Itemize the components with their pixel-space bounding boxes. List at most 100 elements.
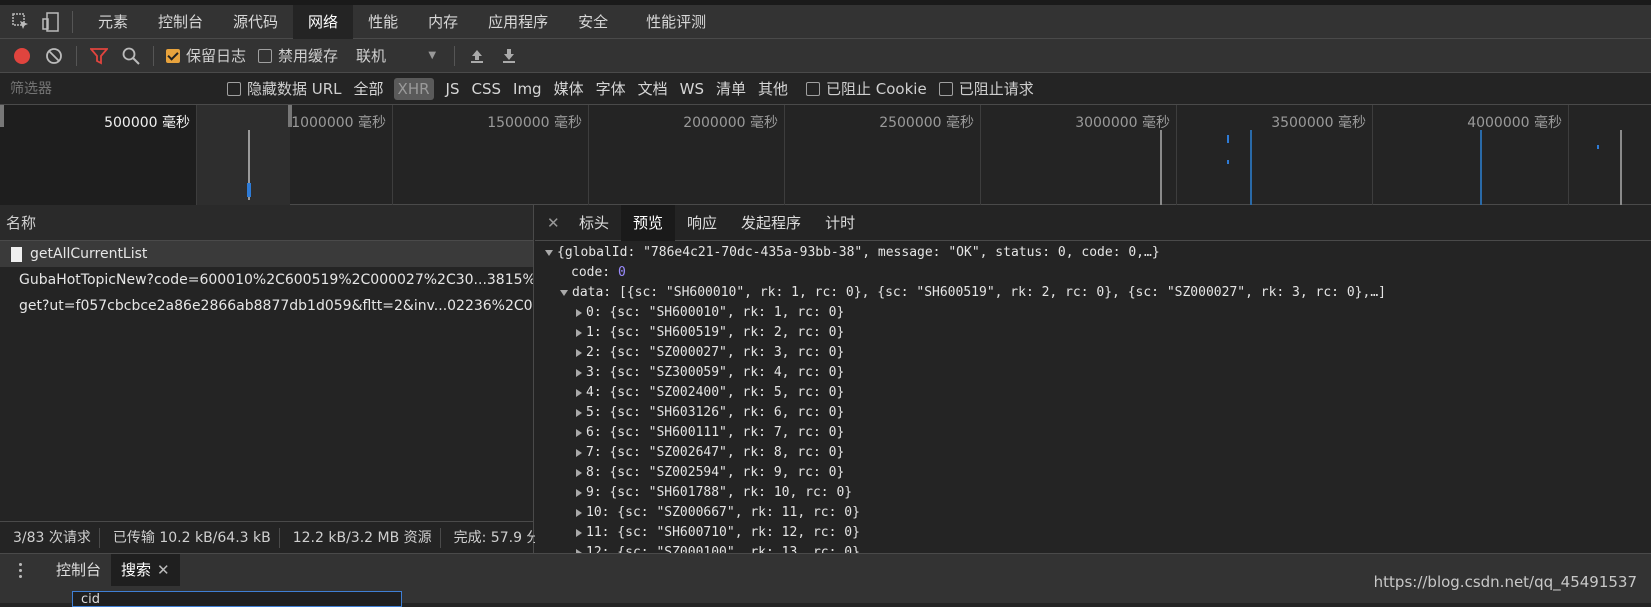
file-icon xyxy=(11,246,22,262)
expand-triangle-icon[interactable] xyxy=(576,308,582,317)
filter-type-2[interactable]: XHR xyxy=(393,77,434,100)
search-input[interactable]: cid xyxy=(72,591,402,607)
expand-triangle-icon[interactable] xyxy=(576,508,582,517)
request-name: getAllCurrentList xyxy=(30,246,148,262)
filter-type-7[interactable]: 字体 xyxy=(596,78,626,99)
expand-triangle-icon[interactable] xyxy=(576,348,582,357)
expand-triangle-icon[interactable] xyxy=(545,249,553,256)
filter-type-8[interactable]: 文档 xyxy=(638,78,668,99)
network-filter-bar: 隐藏数据 URL 全部 XHR JS CSS Img 媒体字体文档 WS 清单其他 已阻止 C… xyxy=(0,73,1651,105)
expand-triangle-icon[interactable] xyxy=(576,328,582,337)
request-row[interactable]: get?ut=f057cbcbce2a86e2866ab8877db1d059&… xyxy=(0,293,533,319)
json-data-item-text: 0: {sc: "SH600010", rk: 1, rc: 0} xyxy=(586,305,845,320)
detail-tab-5[interactable]: 计时 xyxy=(813,205,867,241)
json-data-item[interactable]: 5: {sc: "SH603126", rk: 6, rc: 0} xyxy=(535,403,1651,423)
request-row[interactable]: GubaHotTopicNew?code=600010%2C600519%2C0… xyxy=(0,267,533,293)
close-icon[interactable]: ✕ xyxy=(157,561,170,579)
request-name: GubaHotTopicNew?code=600010%2C600519%2C0… xyxy=(19,272,533,288)
filter-input[interactable] xyxy=(2,76,192,101)
json-data-item[interactable]: 6: {sc: "SH600111", rk: 7, rc: 0} xyxy=(535,423,1651,443)
expand-triangle-icon[interactable] xyxy=(560,289,568,296)
expand-triangle-icon[interactable] xyxy=(576,528,582,537)
expand-triangle-icon[interactable] xyxy=(576,368,582,377)
name-column-header[interactable]: 名称 xyxy=(0,205,533,241)
json-data-item[interactable]: 11: {sc: "SH600710", rk: 12, rc: 0} xyxy=(535,523,1651,543)
filter-type-3[interactable]: JS xyxy=(446,80,460,98)
device-toolbar-icon[interactable] xyxy=(40,11,62,33)
filter-icon[interactable] xyxy=(89,46,109,66)
blocked-requests-checkbox[interactable] xyxy=(938,81,953,96)
expand-triangle-icon[interactable] xyxy=(576,388,582,397)
tab-9[interactable]: 性能评测 xyxy=(631,5,721,39)
expand-triangle-icon[interactable] xyxy=(576,408,582,417)
detail-tab-2[interactable]: 预览 xyxy=(621,205,676,241)
overview-bar xyxy=(1160,130,1162,205)
close-icon[interactable]: ✕ xyxy=(547,214,561,232)
drawer-tab-1[interactable]: 控制台 xyxy=(46,554,111,586)
tab-8[interactable]: 安全 xyxy=(563,5,623,39)
detail-tab-1[interactable]: 标头 xyxy=(567,205,621,241)
json-data-item[interactable]: 1: {sc: "SH600519", rk: 2, rc: 0} xyxy=(535,323,1651,343)
json-data-item[interactable]: 7: {sc: "SZ002647", rk: 8, rc: 0} xyxy=(535,443,1651,463)
preserve-log-checkbox[interactable] xyxy=(166,48,180,63)
filter-type-5[interactable]: Img xyxy=(513,80,542,98)
json-data-line[interactable]: data: [{sc: "SH600010", rk: 1, rc: 0}, {… xyxy=(535,283,1651,303)
expand-triangle-icon[interactable] xyxy=(576,428,582,437)
filter-type-10[interactable]: 清单 xyxy=(716,78,746,99)
hide-data-urls-checkbox[interactable] xyxy=(227,81,241,96)
disable-cache-checkbox[interactable] xyxy=(258,48,273,63)
request-row[interactable]: getAllCurrentList xyxy=(0,241,533,267)
status-request-count: 3/83 次请求 xyxy=(0,527,100,548)
expand-triangle-icon[interactable] xyxy=(576,488,582,497)
overview-tick-label: 3500000 毫秒 xyxy=(1271,115,1366,131)
json-data-item[interactable]: 10: {sc: "SZ000667", rk: 11, rc: 0} xyxy=(535,503,1651,523)
overview-gridline xyxy=(1372,105,1373,205)
record-icon[interactable] xyxy=(12,46,32,66)
tab-4[interactable]: 网络 xyxy=(293,4,354,39)
inspect-element-icon[interactable] xyxy=(10,11,32,33)
overview-tick-label: 2000000 毫秒 xyxy=(683,115,778,131)
json-root-line[interactable]: {globalId: "786e4c21-70dc-435a-93bb-38",… xyxy=(535,243,1651,263)
network-toolbar: 保留日志 禁用缓存 联机 ▼ xyxy=(0,39,1651,73)
expand-triangle-icon[interactable] xyxy=(576,468,582,477)
tab-5[interactable]: 性能 xyxy=(353,5,413,39)
json-data-item[interactable]: 8: {sc: "SZ002594", rk: 9, rc: 0} xyxy=(535,463,1651,483)
json-data-item-text: 1: {sc: "SH600519", rk: 2, rc: 0} xyxy=(586,325,845,340)
resource-type-filters: 全部 XHR JS CSS Img 媒体 字体 文档 WS 清单 其他 xyxy=(342,77,788,100)
detail-tab-list: 标头 预览 响应 发起程序 计时 xyxy=(567,205,867,241)
drawer-tab-2[interactable]: 搜索 ✕ xyxy=(111,554,180,586)
overview-left-handle[interactable] xyxy=(0,105,4,127)
tab-2[interactable]: 控制台 xyxy=(143,5,218,39)
detail-tab-4[interactable]: 发起程序 xyxy=(729,205,813,241)
expand-triangle-icon[interactable] xyxy=(576,448,582,457)
network-overview-timeline[interactable]: 500000 毫秒 1000000 毫秒 1500000 毫秒 2000000 毫秒 2… xyxy=(0,105,1651,205)
json-data-item[interactable]: 2: {sc: "SZ000027", rk: 3, rc: 0} xyxy=(535,343,1651,363)
filter-type-6[interactable]: 媒体 xyxy=(554,78,584,99)
overview-bar xyxy=(1227,160,1229,164)
search-icon[interactable] xyxy=(121,46,141,66)
detail-tab-3[interactable]: 响应 xyxy=(675,205,729,241)
filter-type-1[interactable]: 全部 xyxy=(354,78,384,99)
export-har-icon[interactable] xyxy=(499,46,519,66)
clear-icon[interactable] xyxy=(44,46,64,66)
import-har-icon[interactable] xyxy=(467,46,487,66)
json-data-item[interactable]: 9: {sc: "SH601788", rk: 10, rc: 0} xyxy=(535,483,1651,503)
json-data-item[interactable]: 0: {sc: "SH600010", rk: 1, rc: 0} xyxy=(535,303,1651,323)
filter-type-4[interactable]: CSS xyxy=(471,80,501,98)
tab-1[interactable]: 元素 xyxy=(83,5,143,39)
json-data-item[interactable]: 3: {sc: "SZ300059", rk: 4, rc: 0} xyxy=(535,363,1651,383)
drawer-menu-icon[interactable] xyxy=(10,562,30,578)
tab-7[interactable]: 应用程序 xyxy=(473,5,563,39)
json-data-item[interactable]: 12: {sc: "SZ000100", rk: 13, rc: 0} xyxy=(535,543,1651,553)
tab-6[interactable]: 内存 xyxy=(413,5,473,39)
json-data-item-text: 12: {sc: "SZ000100", rk: 13, rc: 0} xyxy=(586,545,860,553)
json-code-line: code: 0 xyxy=(535,263,1651,283)
json-data-summary: data: [{sc: "SH600010", rk: 1, rc: 0}, {… xyxy=(572,285,1386,300)
json-data-item[interactable]: 4: {sc: "SZ002400", rk: 5, rc: 0} xyxy=(535,383,1651,403)
overview-gridline xyxy=(1176,105,1177,205)
throttling-select[interactable]: 联机 ▼ xyxy=(356,45,436,66)
filter-type-9[interactable]: WS xyxy=(680,80,704,98)
tab-3[interactable]: 源代码 xyxy=(218,5,293,39)
filter-type-11[interactable]: 其他 xyxy=(758,78,788,99)
blocked-cookies-checkbox[interactable] xyxy=(806,81,821,96)
